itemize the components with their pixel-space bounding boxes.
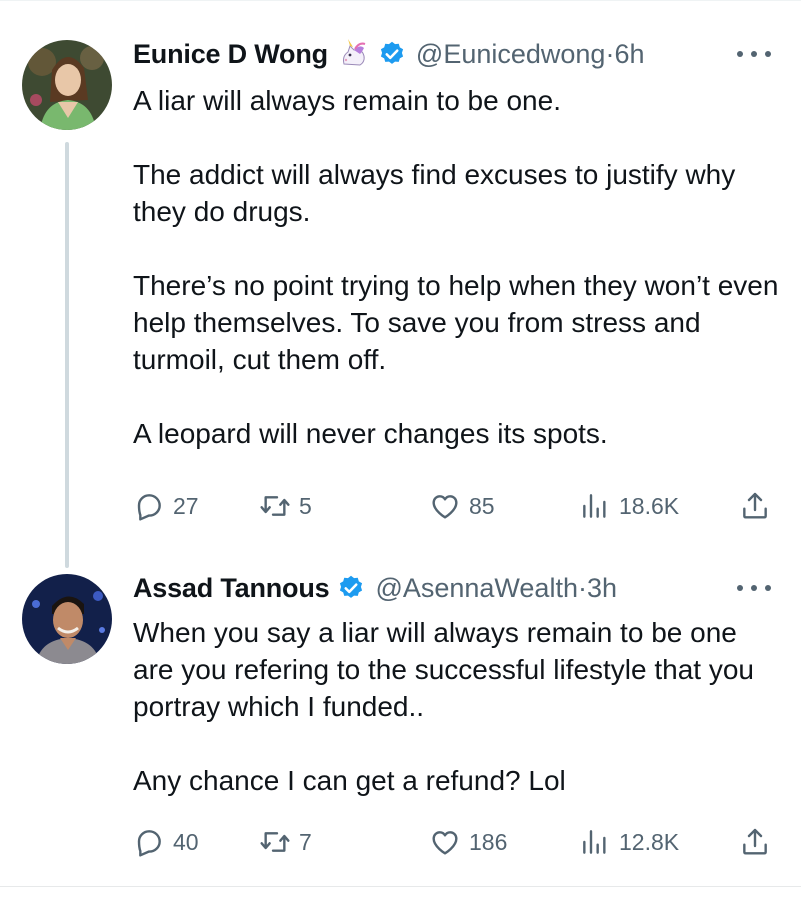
reply-button[interactable]: 27 xyxy=(133,488,199,524)
unicorn-icon xyxy=(338,38,370,70)
reply-icon xyxy=(137,494,161,521)
views-count: 12.8K xyxy=(619,828,680,855)
action-bar: 27 5 85 18.6K xyxy=(133,488,773,524)
tweet-assad[interactable]: Assad Tannous @AsennaWealth·3h When you … xyxy=(0,560,801,886)
like-icon xyxy=(432,831,458,855)
like-icon xyxy=(432,495,458,519)
views-count: 18.6K xyxy=(619,492,680,519)
share-icon xyxy=(743,492,767,519)
views-icon xyxy=(583,494,606,518)
reply-count: 27 xyxy=(173,492,199,519)
reply-icon xyxy=(137,830,161,857)
avatar[interactable] xyxy=(22,40,112,130)
author-handle[interactable]: @AsennaWealth·3h xyxy=(375,573,617,604)
views-button[interactable]: 12.8K xyxy=(579,824,679,860)
reply-count: 40 xyxy=(173,828,199,855)
tweet-eunice[interactable]: Eunice D Wong @Eunicedwong·6h A liar wil… xyxy=(0,0,801,568)
more-icon[interactable] xyxy=(737,44,771,64)
retweet-count: 7 xyxy=(299,828,312,855)
share-button[interactable] xyxy=(739,824,771,860)
bottom-divider xyxy=(0,886,801,887)
share-button[interactable] xyxy=(739,488,771,524)
tweet-text: A liar will always remain to be one. The… xyxy=(133,85,779,449)
verified-badge-icon xyxy=(337,574,365,602)
like-button[interactable]: 85 xyxy=(429,488,495,524)
retweet-count: 5 xyxy=(299,492,312,519)
author-handle[interactable]: @Eunicedwong·6h xyxy=(416,39,645,70)
tweet-header: Assad Tannous @AsennaWealth·3h xyxy=(133,570,617,606)
action-bar: 40 7 186 12.8K xyxy=(133,824,773,860)
retweet-icon xyxy=(260,496,290,516)
views-icon xyxy=(583,830,606,854)
retweet-button[interactable]: 7 xyxy=(259,824,312,860)
verified-badge-icon xyxy=(378,40,406,68)
timestamp: 3h xyxy=(586,572,618,603)
like-button[interactable]: 186 xyxy=(429,824,507,860)
author-name[interactable]: Assad Tannous xyxy=(133,573,330,604)
views-button[interactable]: 18.6K xyxy=(579,488,679,524)
more-icon[interactable] xyxy=(737,578,771,598)
tweet-text: When you say a liar will always remain t… xyxy=(133,617,754,796)
tweet-header: Eunice D Wong @Eunicedwong·6h xyxy=(133,36,644,72)
like-count: 186 xyxy=(469,828,508,855)
timestamp: 6h xyxy=(614,38,645,69)
retweet-icon xyxy=(260,832,290,852)
thread-line xyxy=(65,142,69,568)
like-count: 85 xyxy=(469,492,495,519)
reply-button[interactable]: 40 xyxy=(133,824,199,860)
share-icon xyxy=(743,828,767,855)
retweet-button[interactable]: 5 xyxy=(259,488,312,524)
avatar[interactable] xyxy=(22,574,112,664)
author-name[interactable]: Eunice D Wong xyxy=(133,39,328,70)
